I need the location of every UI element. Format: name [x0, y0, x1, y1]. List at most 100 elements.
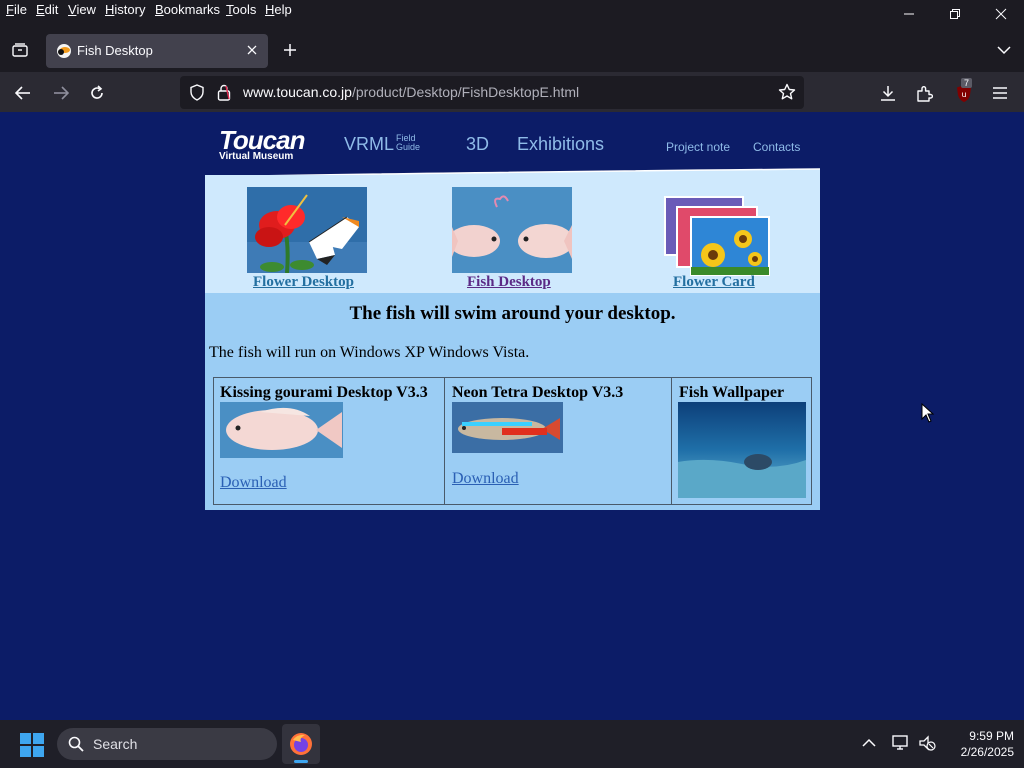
taskbar-search-placeholder: Search [93, 736, 138, 752]
menu-history-accel: H [105, 2, 115, 17]
fish-desktop-link[interactable]: Fish Desktop [467, 274, 551, 291]
flower-desktop-image[interactable] [247, 187, 367, 273]
flower-card-link[interactable]: Flower Card [673, 274, 755, 291]
close-window-button[interactable] [978, 0, 1024, 28]
url-domain: www.toucan.co.jp [243, 84, 352, 100]
firefox-icon [290, 733, 312, 755]
web-viewport: Toucan Virtual Museum VRML Field Guide 3D… [0, 112, 1024, 720]
toucan-favicon-icon [57, 44, 71, 58]
bookmark-star-icon[interactable] [778, 83, 796, 101]
toucan-logo[interactable]: Toucan Virtual Museum [219, 125, 305, 165]
browser-window: File Edit View History Bookmarks Tools H… [0, 0, 1024, 112]
menu-tools[interactable]: Tools [226, 2, 256, 17]
extensions-button[interactable] [913, 82, 935, 104]
menu-file-rest: ile [13, 2, 27, 17]
site-page: Toucan Virtual Museum VRML Field Guide 3D… [205, 123, 820, 510]
plus-icon [284, 44, 296, 56]
hamburger-menu-icon [993, 87, 1007, 99]
url-path: /product/Desktop/FishDesktopE.html [351, 84, 580, 100]
neon-tetra-download-link[interactable]: Download [452, 470, 519, 488]
chevron-up-icon[interactable] [862, 738, 876, 748]
close-tab-icon[interactable] [247, 45, 257, 55]
reload-button[interactable] [86, 82, 108, 104]
kissing-gourami-image[interactable] [220, 402, 343, 458]
mouse-cursor-icon [921, 403, 935, 423]
nav-field-guide[interactable]: Field Guide [396, 134, 420, 152]
close-icon [995, 8, 1007, 20]
clock-time: 9:59 PM [969, 729, 1014, 743]
nav-exhibitions[interactable]: Exhibitions [517, 134, 604, 155]
menu-file[interactable]: File [6, 2, 27, 17]
neon-tetra-title: Neon Tetra Desktop V3.3 [452, 384, 624, 401]
url-bar[interactable]: www.toucan.co.jp/product/Desktop/FishDes… [180, 76, 804, 109]
fish-wallpaper-title: Fish Wallpaper [679, 384, 785, 401]
search-icon [68, 736, 84, 752]
flower-desktop-link[interactable]: Flower Desktop [253, 274, 354, 291]
app-menu-button[interactable] [989, 82, 1011, 104]
flower-card-image[interactable] [663, 185, 775, 277]
chevron-down-icon [997, 46, 1011, 55]
kissing-gourami-title: Kissing gourami Desktop V3.3 [220, 384, 428, 401]
menu-help-accel: H [265, 2, 275, 17]
taskbar-search-box[interactable]: Search [57, 728, 277, 760]
minimize-button[interactable] [886, 0, 932, 28]
ublock-extension-button[interactable]: u 7 [951, 78, 977, 106]
downloads-table: Kissing gourami Desktop V3.3 Download Ne… [213, 377, 812, 505]
fish-desktop-image[interactable] [452, 187, 572, 273]
menu-tools-rest: ools [232, 2, 257, 17]
nav-project-note[interactable]: Project note [666, 140, 730, 154]
menu-bookmarks[interactable]: Bookmarks [155, 2, 220, 17]
menu-edit-accel: E [36, 2, 45, 17]
puzzle-icon [916, 85, 933, 102]
network-icon[interactable] [892, 735, 910, 751]
nav-vrml[interactable]: VRML [344, 134, 394, 155]
new-tab-button[interactable] [280, 40, 300, 60]
menu-history-rest: istory [114, 2, 146, 17]
menu-view[interactable]: View [68, 2, 96, 17]
list-all-tabs-button[interactable] [8, 38, 32, 62]
fish-wallpaper-image[interactable] [678, 402, 806, 498]
restore-icon [950, 9, 960, 19]
menu-bookmarks-accel: B [155, 2, 164, 17]
menu-edit-rest: dit [44, 2, 59, 17]
menu-view-rest: iew [76, 2, 96, 17]
nav-contacts[interactable]: Contacts [753, 140, 800, 154]
tab-title: Fish Desktop [77, 43, 153, 58]
lock-icon[interactable] [217, 84, 231, 101]
guide-text: Guide [396, 142, 421, 152]
forward-button[interactable] [50, 82, 72, 104]
menu-bar: File Edit View History Bookmarks Tools H… [0, 0, 1024, 24]
menu-help[interactable]: Help [265, 2, 292, 17]
nav-3d[interactable]: 3D [466, 134, 489, 155]
volume-muted-icon[interactable] [918, 735, 936, 751]
clock[interactable]: 9:59 PM 2/26/2025 [940, 728, 1014, 760]
menu-file-accel: F [6, 2, 14, 17]
download-cell-neon-tetra: Neon Tetra Desktop V3.3 Download [446, 378, 672, 504]
requirements-text: The fish will run on Windows XP Windows … [209, 344, 530, 361]
tab-overflow-button[interactable] [994, 40, 1014, 60]
menu-history[interactable]: History [105, 2, 145, 17]
minimize-icon [904, 13, 914, 15]
products-strip: Flower Desktop Fish Desktop Flower Card [205, 175, 820, 293]
tab-tray-icon [12, 43, 28, 57]
restore-button[interactable] [932, 0, 978, 28]
downloads-button[interactable] [877, 82, 899, 104]
clock-date: 2/26/2025 [960, 745, 1014, 759]
back-button[interactable] [12, 82, 34, 104]
tab-fish-desktop[interactable]: Fish Desktop [46, 34, 268, 68]
reload-icon [91, 85, 103, 99]
svg-text:u: u [961, 90, 966, 99]
active-app-indicator [294, 760, 308, 763]
arrow-left-icon [15, 86, 30, 100]
neon-tetra-image[interactable] [452, 402, 563, 453]
download-cell-kissing-gourami: Kissing gourami Desktop V3.3 Download [214, 378, 445, 504]
logo-subtitle: Virtual Museum [219, 151, 294, 162]
url-text: www.toucan.co.jp/product/Desktop/FishDes… [243, 84, 579, 100]
windows-start-icon[interactable] [20, 733, 44, 757]
kissing-gourami-download-link[interactable]: Download [220, 474, 287, 492]
tracking-shield-icon[interactable] [189, 84, 205, 101]
menu-help-rest: elp [274, 2, 292, 17]
firefox-taskbar-button[interactable] [282, 724, 320, 764]
arrow-right-icon [54, 86, 69, 100]
menu-edit[interactable]: Edit [36, 2, 58, 17]
